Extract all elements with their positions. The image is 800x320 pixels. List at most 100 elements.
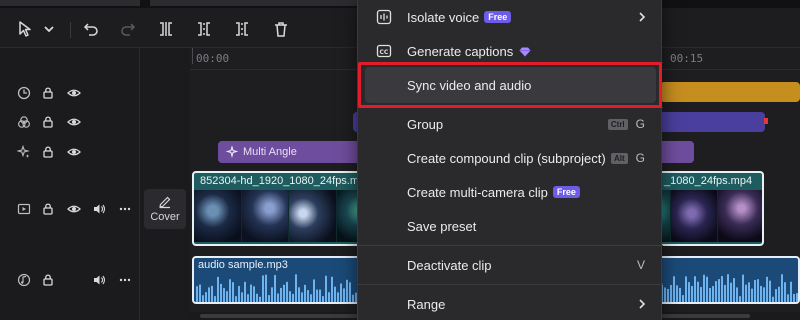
menu-item-deactivate-clip[interactable]: Deactivate clip V	[358, 248, 663, 282]
waveform-bar	[793, 293, 795, 302]
waveform-bar	[301, 292, 303, 302]
video-track-icon	[16, 201, 32, 217]
menu-item-multi-camera[interactable]: Create multi-camera clip Free	[358, 175, 663, 209]
menu-item-sync-video-audio[interactable]: Sync video and audio	[358, 68, 663, 102]
waveform-bar	[733, 278, 735, 302]
clock-icon	[16, 85, 32, 101]
waveform-bar	[292, 293, 294, 302]
menu-item-label: Sync video and audio	[407, 77, 532, 93]
menu-item-compound-clip[interactable]: Create compound clip (subproject) Alt G	[358, 141, 663, 175]
cover-button[interactable]: Cover	[144, 189, 186, 229]
menu-item-label: Generate captions	[407, 43, 514, 59]
waveform-bar	[757, 279, 759, 302]
menu-item-isolate-voice[interactable]: Isolate voice Free	[358, 0, 663, 34]
waveform-bar	[319, 289, 321, 302]
menu-item-range[interactable]: Range	[358, 287, 663, 320]
waveform-bar	[790, 281, 792, 302]
redo-icon[interactable]	[117, 18, 139, 40]
effect-clip[interactable]	[660, 82, 800, 102]
menu-item-label: Create compound clip (subproject)	[407, 150, 606, 166]
video-frame	[289, 190, 338, 242]
isolate-voice-icon	[376, 9, 392, 25]
ruler-tick	[192, 48, 193, 64]
video-frame	[670, 190, 719, 242]
menu-item-label: Range	[407, 296, 446, 312]
waveform-bar	[748, 282, 750, 302]
cover-column: Cover	[140, 48, 190, 320]
shortcut-key: G	[635, 151, 645, 165]
video-clip-title: 852304-hd_1920_1080_24fps.mp4	[200, 175, 372, 187]
menu-item-label: Isolate voice	[407, 9, 480, 25]
multi-angle-icon	[226, 146, 238, 158]
waveform-bar	[238, 286, 240, 302]
waveform-bar	[196, 286, 198, 302]
waveform-bar	[721, 276, 723, 302]
captions-icon: CC	[376, 44, 392, 58]
eye-icon[interactable]	[66, 114, 82, 130]
eye-icon[interactable]	[66, 144, 82, 160]
select-arrow-icon[interactable]	[14, 18, 36, 40]
waveform-bar	[325, 275, 327, 302]
waveform-bar	[328, 292, 330, 302]
more-icon[interactable]	[117, 272, 133, 288]
waveform-bar	[286, 281, 288, 302]
waveform-bar	[700, 286, 702, 302]
split-right-icon[interactable]	[231, 18, 253, 40]
menu-divider	[358, 245, 663, 246]
waveform-bar	[268, 295, 270, 302]
clip-marker	[764, 118, 768, 124]
eye-icon[interactable]	[66, 85, 82, 101]
waveform-bar	[787, 294, 789, 302]
waveform-bar	[778, 286, 780, 302]
audio-clip-title: audio sample.mp3	[198, 259, 288, 271]
waveform-bar	[709, 288, 711, 302]
waveform-bar	[346, 279, 348, 302]
waveform-bar	[730, 282, 732, 302]
waveform-bar	[712, 286, 714, 302]
toolbar-divider	[70, 22, 71, 38]
delete-icon[interactable]	[270, 18, 292, 40]
waveform-bar	[322, 296, 324, 302]
lock-icon[interactable]	[40, 144, 56, 160]
shortcut: Alt G	[610, 151, 645, 165]
lock-icon[interactable]	[40, 114, 56, 130]
waveform-bar	[676, 285, 678, 302]
music-track-icon	[16, 272, 32, 288]
more-icon[interactable]	[117, 201, 133, 217]
waveform-bar	[685, 276, 687, 302]
waveform-bar	[352, 294, 354, 302]
waveform-bar	[283, 284, 285, 302]
waveform-bar	[703, 274, 705, 302]
lock-icon[interactable]	[40, 272, 56, 288]
waveform-bar	[736, 287, 738, 302]
waveform-bar	[667, 288, 669, 302]
waveform-bar	[697, 281, 699, 302]
eye-icon[interactable]	[66, 201, 82, 217]
waveform-bar	[316, 289, 318, 302]
lock-icon[interactable]	[40, 85, 56, 101]
chevron-down-icon[interactable]	[38, 18, 60, 40]
waveform-bar	[331, 276, 333, 302]
menu-item-save-preset[interactable]: Save preset	[358, 209, 663, 243]
waveform-bar	[724, 284, 726, 302]
undo-icon[interactable]	[80, 18, 102, 40]
waveform-bar	[226, 291, 228, 302]
waveform-bar	[265, 274, 267, 302]
waveform-bar	[754, 279, 756, 302]
waveform-bar	[340, 283, 342, 302]
lock-icon[interactable]	[40, 201, 56, 217]
waveform-bar	[274, 275, 276, 302]
chevron-right-icon	[639, 299, 646, 309]
waveform-bar	[202, 295, 204, 302]
waveform-bar	[223, 288, 225, 302]
waveform-bar	[289, 291, 291, 302]
waveform-bar	[247, 294, 249, 302]
speaker-icon[interactable]	[91, 201, 107, 217]
speaker-icon[interactable]	[91, 272, 107, 288]
menu-item-label: Deactivate clip	[407, 257, 492, 273]
shortcut: Ctrl G	[607, 117, 645, 131]
split-left-icon[interactable]	[193, 18, 215, 40]
waveform-bar	[766, 276, 768, 302]
menu-item-group[interactable]: Group Ctrl G	[358, 107, 663, 141]
split-icon[interactable]	[155, 18, 177, 40]
